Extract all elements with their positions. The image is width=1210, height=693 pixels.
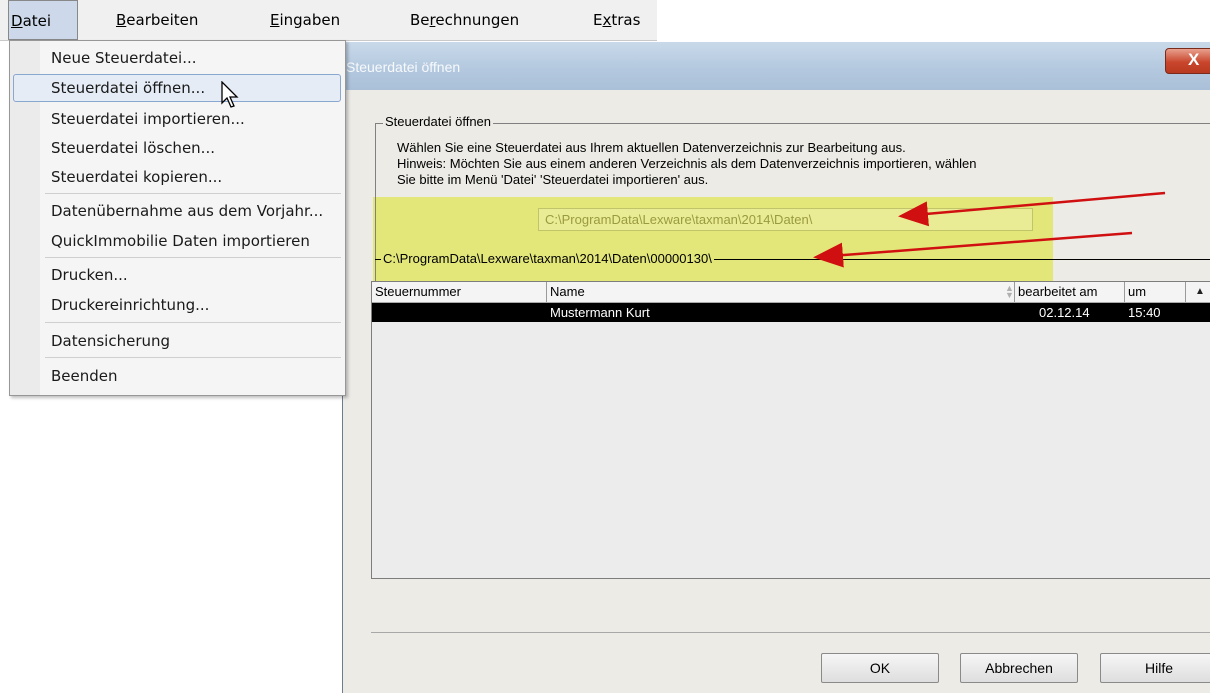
menu-item-printer-setup[interactable]: Druckereinrichtung... xyxy=(13,291,341,319)
column-header-date[interactable]: bearbeitet am xyxy=(1015,282,1125,302)
menu-item-quickimmobilie[interactable]: QuickImmobilie Daten importieren xyxy=(13,227,341,255)
description-line-1: Wählen Sie eine Steuerdatei aus Ihrem ak… xyxy=(397,140,906,155)
description-line-2: Hinweis: Möchten Sie aus einem anderen V… xyxy=(397,156,977,171)
menu-extras[interactable]: Extras xyxy=(593,0,640,40)
menu-item-import-file[interactable]: Steuerdatei importieren... xyxy=(13,105,341,133)
menu-item-open-file[interactable]: Steuerdatei öffnen... xyxy=(13,74,341,102)
menu-item-copy-file[interactable]: Steuerdatei kopieren... xyxy=(13,163,341,191)
sort-icon: ▲ ▼ xyxy=(1005,283,1014,300)
data-directory-field[interactable]: C:\ProgramData\Lexware\taxman\2014\Daten… xyxy=(538,208,1033,231)
table-header: Steuernummer Name ▲ ▼ bearbeitet am um ▲ xyxy=(372,282,1210,303)
column-header-time[interactable]: um xyxy=(1125,282,1186,302)
menu-separator xyxy=(45,357,341,358)
mouse-cursor-icon xyxy=(221,81,239,108)
menu-bearbeiten[interactable]: Bearbeiten xyxy=(116,0,198,40)
table-empty-area[interactable] xyxy=(372,322,1210,578)
dialog-titlebar[interactable]: Steuerdatei öffnen X xyxy=(343,42,1210,90)
cancel-button[interactable]: Abbrechen xyxy=(960,653,1078,683)
table-row[interactable]: Mustermann Kurt 02.12.14 15:40 xyxy=(372,303,1210,322)
scroll-up-icon[interactable]: ▲ xyxy=(1186,282,1210,302)
group-label: Steuerdatei öffnen xyxy=(383,114,494,129)
menu-item-delete-file[interactable]: Steuerdatei löschen... xyxy=(13,134,341,162)
menu-eingaben[interactable]: Eingaben xyxy=(270,0,340,40)
menu-item-print[interactable]: Drucken... xyxy=(13,261,341,289)
menu-bar: Datei Bearbeiten Eingaben Berechnungen E… xyxy=(0,0,657,41)
cell-time: 15:40 xyxy=(1128,305,1161,320)
menu-berechnungen[interactable]: Berechnungen xyxy=(410,0,519,40)
data-directory-value: C:\ProgramData\Lexware\taxman\2014\Daten… xyxy=(545,212,813,227)
menu-separator xyxy=(45,257,341,258)
column-header-steuernummer[interactable]: Steuernummer xyxy=(372,282,547,302)
menu-separator xyxy=(45,193,341,194)
tax-file-table[interactable]: Steuernummer Name ▲ ▼ bearbeitet am um ▲ … xyxy=(371,281,1210,579)
description-line-3: Sie bitte im Menü 'Datei' 'Steuerdatei i… xyxy=(397,172,709,187)
menu-item-exit[interactable]: Beenden xyxy=(13,362,341,390)
datei-dropdown-menu: Neue Steuerdatei... Steuerdatei öffnen..… xyxy=(9,40,346,396)
cell-date: 02.12.14 xyxy=(1039,305,1090,320)
help-button[interactable]: Hilfe xyxy=(1100,653,1210,683)
menu-separator xyxy=(45,322,341,323)
open-tax-file-dialog: Steuerdatei öffnen X Steuerdatei öffnen … xyxy=(342,42,1210,693)
menu-datei[interactable]: Datei xyxy=(8,0,78,40)
ok-button[interactable]: OK xyxy=(821,653,939,683)
close-button[interactable]: X xyxy=(1165,48,1210,74)
cell-name: Mustermann Kurt xyxy=(550,305,650,320)
dialog-title: Steuerdatei öffnen xyxy=(346,59,461,75)
menu-item-new-file[interactable]: Neue Steuerdatei... xyxy=(13,44,341,72)
menu-item-previous-year[interactable]: Datenübernahme aus dem Vorjahr... xyxy=(13,197,341,225)
current-path-label: C:\ProgramData\Lexware\taxman\2014\Daten… xyxy=(381,251,714,266)
button-separator xyxy=(371,632,1210,633)
menu-item-backup[interactable]: Datensicherung xyxy=(13,327,341,355)
column-header-name[interactable]: Name xyxy=(547,282,1015,302)
